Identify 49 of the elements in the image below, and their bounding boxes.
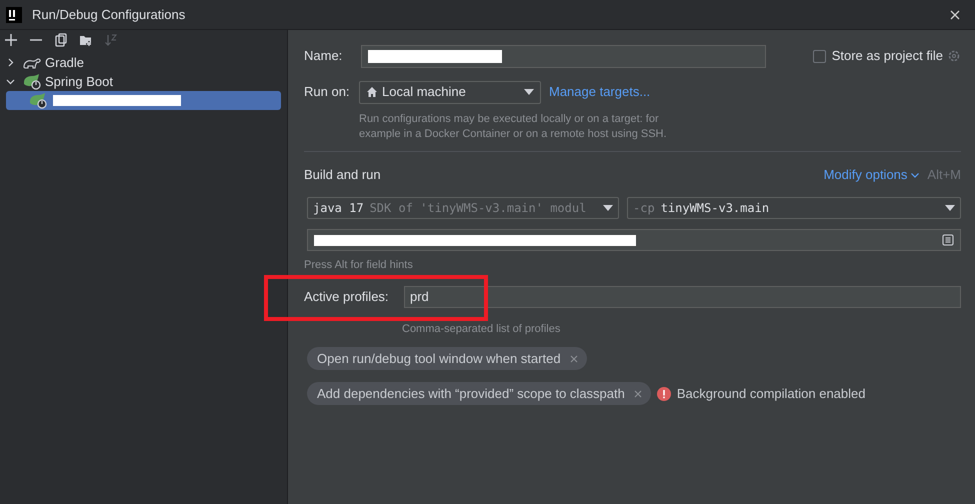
tree-item[interactable]: Gradle	[6, 53, 281, 72]
warning-text: Background compilation enabled	[676, 384, 866, 403]
active-profiles-field[interactable]: prd	[404, 286, 961, 308]
classpath-dropdown[interactable]: -cp tinyWMS-v3.main	[627, 197, 961, 219]
run-target-dropdown[interactable]: Local machine	[359, 80, 541, 104]
document-icon	[942, 234, 954, 246]
tree-item[interactable]: Spring Boot	[6, 72, 281, 91]
chevron-right-icon	[6, 58, 15, 67]
field-label: Run on:	[304, 83, 351, 102]
home-icon	[366, 86, 378, 98]
dropdown-arrow-icon	[945, 205, 955, 211]
hint-text: Comma-separated list of profiles	[402, 322, 560, 336]
hint-text: Run configurations may be executed locally or on a target: for example in a Docker Container or on a remote host using SSH.	[359, 112, 668, 142]
jdk-dropdown[interactable]: java 17 SDK of 'tinyWMS-v3.main' modul	[307, 197, 619, 219]
error-icon	[656, 386, 671, 400]
leaf-power-icon	[28, 92, 48, 108]
gear-icon	[947, 49, 961, 63]
chevron-down-icon	[6, 77, 15, 86]
leaf-power-icon	[22, 74, 42, 90]
tree-item[interactable]	[6, 91, 281, 110]
checkbox-label: Store as project file	[832, 47, 943, 66]
main-class-field[interactable]	[307, 229, 961, 251]
dropdown-arrow-icon	[524, 89, 534, 95]
sort-icon	[104, 33, 118, 47]
chevron-down-icon	[911, 172, 920, 178]
app-logo-icon	[6, 6, 22, 22]
close-icon	[570, 354, 578, 362]
folder-plus-icon	[78, 33, 92, 47]
elephant-icon	[22, 56, 42, 70]
section-title: Build and run	[304, 166, 382, 184]
name-field[interactable]	[361, 44, 766, 68]
window-title: Run/Debug Configurations	[32, 6, 186, 24]
close-icon	[950, 10, 960, 20]
close-icon	[634, 390, 642, 398]
checkbox[interactable]	[812, 50, 826, 62]
shortcut-hint: Alt+M	[927, 166, 961, 184]
toolbar-button[interactable]	[2, 32, 19, 48]
option-chip[interactable]: Open run/debug tool window when started	[307, 347, 587, 370]
field-label: Name:	[304, 47, 344, 66]
manage-targets-link[interactable]: Manage targets...	[549, 82, 650, 102]
remove-option-button[interactable]	[632, 388, 643, 398]
remove-option-button[interactable]	[568, 354, 579, 364]
dropdown-arrow-icon	[603, 205, 613, 211]
field-label: Active profiles:	[304, 288, 390, 306]
option-chip[interactable]: Add dependencies with “provided” scope to classpath	[307, 382, 651, 405]
modify-options-link[interactable]: Modify options	[824, 165, 920, 185]
hint-text: Press Alt for field hints	[304, 258, 413, 273]
copy-icon	[54, 33, 68, 47]
add-icon	[4, 33, 18, 47]
